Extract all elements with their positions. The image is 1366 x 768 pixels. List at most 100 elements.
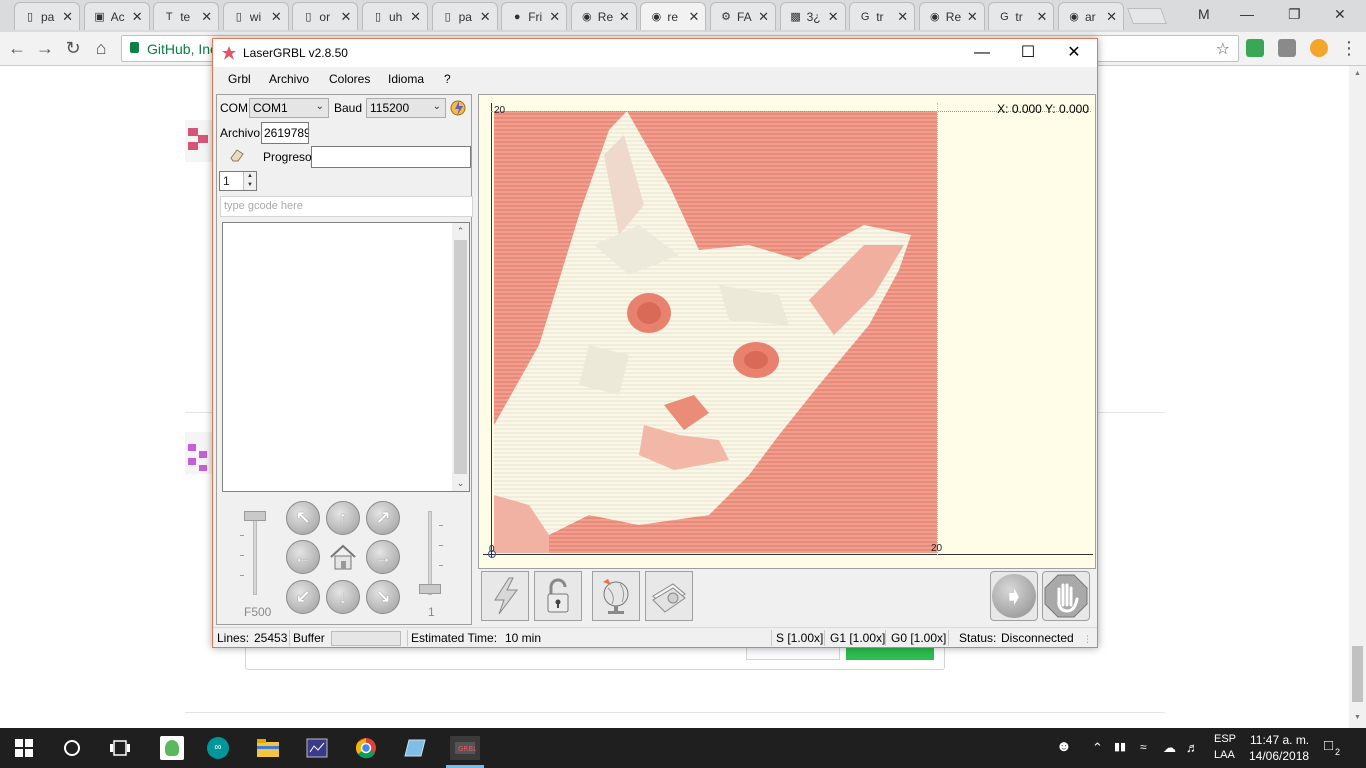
- engraving-preview[interactable]: 20 0 20 X: 0.000 Y: 0.000: [478, 94, 1096, 569]
- browser-tab[interactable]: ▣ Ac ✕: [83, 2, 150, 30]
- connect-plug-icon[interactable]: [449, 98, 469, 118]
- resize-grip-icon[interactable]: ⋮: [1083, 634, 1092, 645]
- connect-button[interactable]: [481, 571, 529, 621]
- close-tab-icon[interactable]: ✕: [549, 9, 560, 25]
- file-name-field[interactable]: 2619789: [261, 122, 309, 144]
- jog-down-right-button[interactable]: ↘: [366, 580, 400, 614]
- gcode-input[interactable]: type gcode here: [220, 196, 473, 217]
- browser-tab[interactable]: ▯ or ✕: [292, 2, 359, 30]
- close-tab-icon[interactable]: ✕: [897, 9, 908, 25]
- com-port-select[interactable]: COM1 ⌄: [249, 98, 329, 118]
- browser-tab[interactable]: ◉ Re ✕: [918, 2, 985, 30]
- speed-slider-track[interactable]: [253, 511, 257, 595]
- onedrive-icon[interactable]: ☁: [1163, 740, 1176, 756]
- passes-stepper[interactable]: 1 ▲ ▼: [219, 171, 257, 191]
- browser-tab[interactable]: ▩ 3¿ ✕: [779, 2, 846, 30]
- browser-tab[interactable]: ⚙ FA ✕: [710, 2, 776, 30]
- scroll-up-icon[interactable]: ▲: [1354, 70, 1361, 77]
- browser-tab[interactable]: ▯ wi ✕: [222, 2, 289, 30]
- close-tab-icon[interactable]: ✕: [410, 9, 421, 25]
- browser-tab[interactable]: ▯ pa ✕: [431, 2, 498, 30]
- clock-date[interactable]: 14/06/2018: [1249, 749, 1309, 763]
- minimize-browser-button[interactable]: —: [1240, 6, 1254, 22]
- gcode-console[interactable]: ⌃ ⌄: [222, 222, 470, 492]
- jog-up-button[interactable]: ↑: [326, 501, 360, 535]
- jog-down-left-button[interactable]: ↙: [286, 580, 320, 614]
- step-slider-track[interactable]: [428, 511, 432, 595]
- bookmark-star-icon[interactable]: ☆: [1216, 39, 1230, 59]
- extension-coin-icon[interactable]: [1310, 39, 1328, 57]
- stop-button[interactable]: [1042, 571, 1090, 621]
- search-icon[interactable]: [60, 736, 84, 760]
- close-tab-icon[interactable]: ✕: [340, 9, 351, 25]
- profile-badge[interactable]: M: [1198, 6, 1210, 22]
- jog-left-button[interactable]: ←: [286, 540, 320, 574]
- browser-tab[interactable]: ▯ uh ✕: [362, 2, 428, 30]
- close-tab-icon[interactable]: ✕: [271, 9, 282, 25]
- close-tab-icon[interactable]: ✕: [828, 9, 839, 25]
- jog-right-button[interactable]: →: [366, 540, 400, 574]
- browser-tab[interactable]: ◉ Re ✕: [570, 2, 637, 30]
- show-hidden-icons-icon[interactable]: ⌃: [1092, 740, 1103, 756]
- new-tab-button[interactable]: [1127, 8, 1167, 24]
- browser-tab[interactable]: Gtr ✕: [988, 2, 1055, 30]
- wifi-icon[interactable]: ≈: [1140, 740, 1147, 754]
- extension-chart-icon[interactable]: [1246, 39, 1264, 57]
- close-button[interactable]: ✕: [1051, 41, 1097, 65]
- close-tab-icon[interactable]: ✕: [1106, 9, 1117, 25]
- clock-time[interactable]: 11:47 a. m.: [1250, 733, 1309, 747]
- g0-override[interactable]: G0 [1.00x]: [891, 631, 946, 645]
- baud-rate-select[interactable]: 115200 ⌄: [366, 98, 446, 118]
- app-frog-icon[interactable]: [160, 736, 184, 760]
- scroll-down-icon[interactable]: ⌄: [452, 475, 469, 491]
- back-icon[interactable]: ←: [6, 37, 28, 59]
- menu-idioma[interactable]: Idioma: [388, 72, 424, 86]
- jog-home-button[interactable]: [326, 540, 360, 574]
- step-slider-thumb[interactable]: [419, 584, 441, 594]
- battery-icon[interactable]: ▮▮: [1114, 740, 1126, 753]
- close-tab-icon[interactable]: ✕: [480, 9, 491, 25]
- input-language-top[interactable]: ESP: [1214, 733, 1236, 745]
- monitor-app-icon[interactable]: [305, 736, 329, 760]
- task-view-icon[interactable]: [108, 736, 132, 760]
- page-scrollbar[interactable]: ▲ ▼: [1349, 66, 1366, 728]
- menu-help[interactable]: ?: [444, 72, 451, 86]
- browser-tab[interactable]: Gtr ✕: [849, 2, 916, 30]
- go-home-button[interactable]: [592, 571, 640, 621]
- lasergrbl-taskbar-icon[interactable]: GRBL: [450, 736, 480, 760]
- jog-up-left-button[interactable]: ↖: [286, 501, 320, 535]
- unlock-button[interactable]: [534, 571, 582, 621]
- menu-colores[interactable]: Colores: [329, 72, 370, 86]
- minimize-button[interactable]: —: [959, 41, 1005, 65]
- scroll-down-icon[interactable]: ▼: [1354, 714, 1361, 721]
- console-scrollbar[interactable]: ⌃ ⌄: [452, 223, 469, 491]
- speed-slider-thumb[interactable]: [244, 511, 266, 521]
- volume-icon[interactable]: ♬: [1186, 740, 1199, 755]
- resume-button[interactable]: ➧: [990, 571, 1038, 621]
- browser-tab[interactable]: ● Fri ✕: [501, 2, 568, 30]
- page-scroll-thumb[interactable]: [1352, 646, 1363, 702]
- blue-app-icon[interactable]: [403, 736, 427, 760]
- jog-up-right-button[interactable]: ↗: [366, 501, 400, 535]
- browser-tab[interactable]: ▯ pa ✕: [14, 2, 80, 30]
- frame-button[interactable]: [645, 571, 693, 621]
- scroll-up-icon[interactable]: ⌃: [452, 223, 469, 239]
- windows-start-icon[interactable]: [12, 736, 36, 760]
- g1-override[interactable]: G1 [1.00x]: [830, 631, 885, 645]
- close-tab-icon[interactable]: ✕: [132, 9, 143, 25]
- jog-down-button[interactable]: ↓: [326, 580, 360, 614]
- maximize-button[interactable]: ☐: [1005, 41, 1051, 65]
- home-icon[interactable]: ⌂: [90, 37, 112, 59]
- console-scroll-thumb[interactable]: [454, 240, 467, 474]
- close-tab-icon[interactable]: ✕: [619, 9, 630, 25]
- menu-grbl[interactable]: Grbl: [228, 72, 251, 86]
- file-explorer-icon[interactable]: [256, 736, 280, 760]
- chrome-icon[interactable]: [354, 736, 378, 760]
- close-browser-button[interactable]: ✕: [1334, 6, 1346, 23]
- close-tab-icon[interactable]: ✕: [201, 9, 212, 25]
- action-center-icon[interactable]: □: [1324, 737, 1333, 754]
- eraser-icon[interactable]: [229, 147, 245, 163]
- reload-icon[interactable]: ↻: [62, 37, 84, 59]
- forward-icon[interactable]: →: [34, 37, 56, 59]
- browser-tab[interactable]: ◉ re ✕: [640, 2, 707, 30]
